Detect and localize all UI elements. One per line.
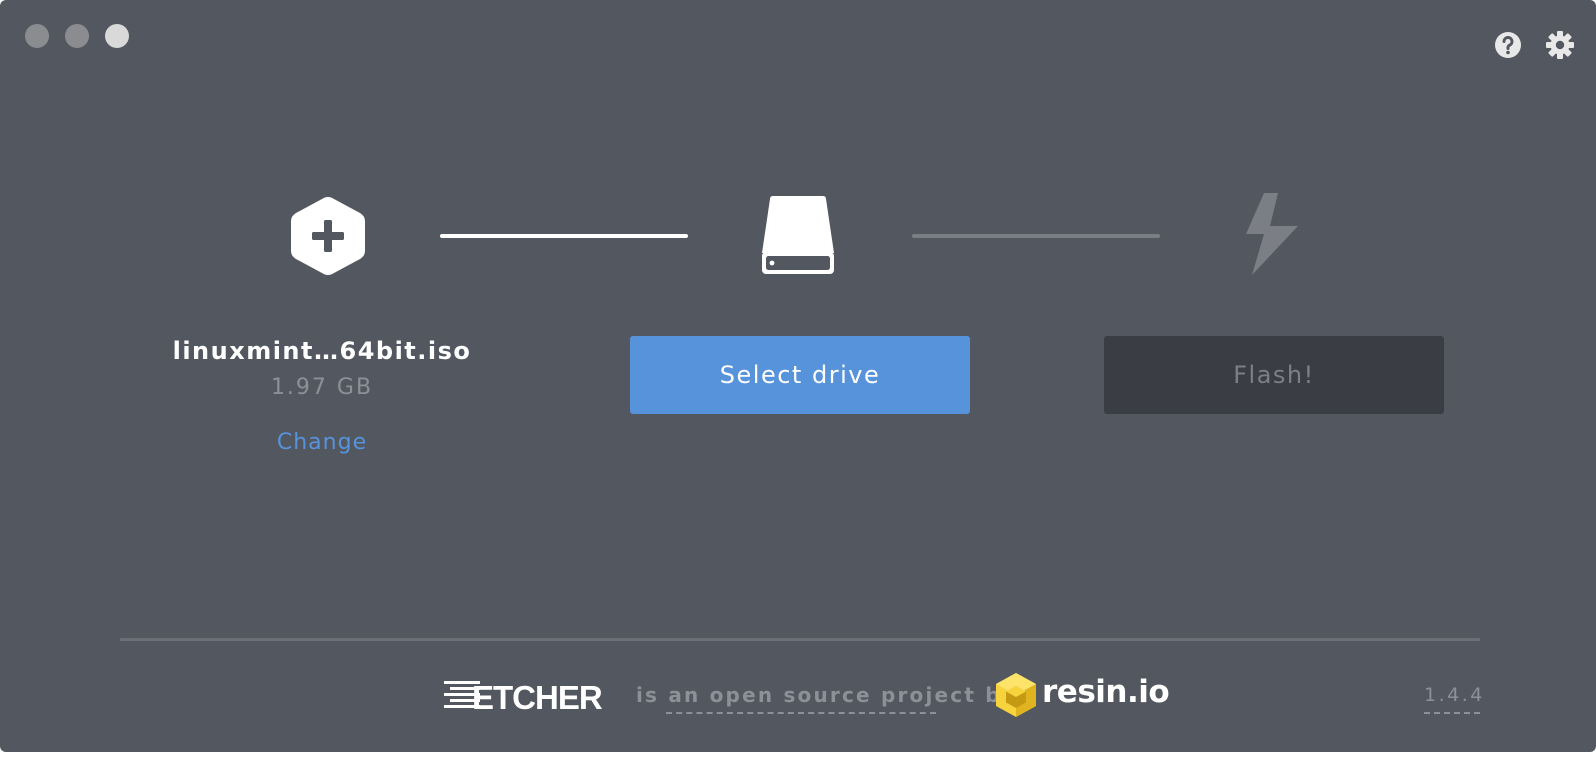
resin-logo-text[interactable]: resin.io [1042, 674, 1170, 710]
etcher-logo-text: ETCHER [472, 679, 603, 712]
etcher-logo[interactable]: ETCHER [444, 678, 614, 712]
resin-cube-icon[interactable] [994, 672, 1038, 718]
hexagon-plus-icon[interactable] [288, 194, 368, 278]
step-connector-2 [912, 234, 1160, 238]
lightning-bolt-icon [1246, 193, 1298, 275]
flash-button[interactable]: Flash! [1104, 336, 1444, 414]
maximize-window-button[interactable] [105, 24, 129, 48]
step-connector-1 [440, 234, 688, 238]
close-window-button[interactable] [25, 24, 49, 48]
version-underline [1424, 712, 1480, 714]
bottom-strip [0, 752, 1596, 760]
gear-icon[interactable] [1545, 30, 1575, 60]
minimize-window-button[interactable] [65, 24, 89, 48]
etcher-window: linuxmint…64bit.iso 1.97 GB Change Selec… [0, 0, 1596, 752]
hard-drive-icon[interactable] [760, 195, 836, 277]
version-label[interactable]: 1.4.4 [1424, 684, 1485, 706]
tagline-underline [666, 712, 936, 714]
footer-tagline: is an open source project by [636, 683, 1018, 707]
select-drive-button[interactable]: Select drive [630, 336, 970, 414]
image-filename: linuxmint…64bit.iso [172, 337, 472, 365]
image-size: 1.97 GB [270, 375, 374, 400]
footer-divider [120, 638, 1480, 641]
question-circle-icon[interactable] [1493, 30, 1523, 60]
change-image-link[interactable]: Change [160, 430, 484, 455]
